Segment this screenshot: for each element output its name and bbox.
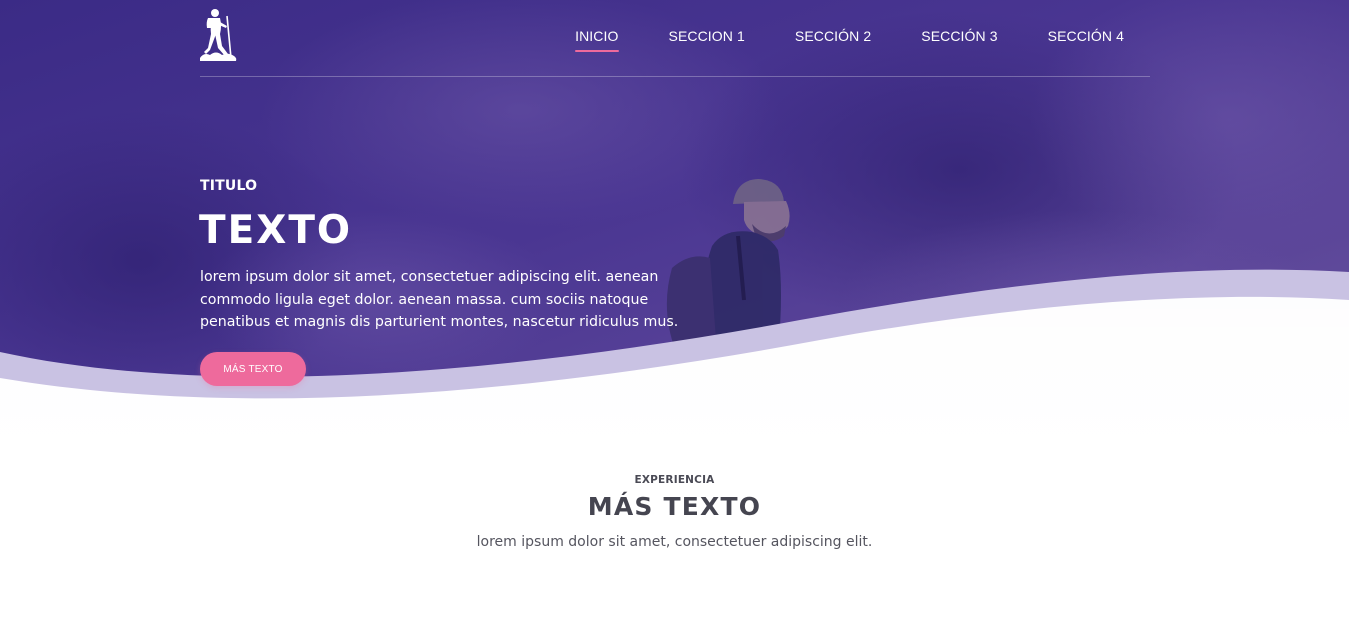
- nav-item-seccion-2[interactable]: SECCIÓN 2: [795, 28, 871, 44]
- nav-item-inicio[interactable]: INICIO: [575, 28, 619, 52]
- top-navbar: INICIO SECCION 1 SECCIÓN 2 SECCIÓN 3 SEC…: [200, 0, 1150, 77]
- hero-title: TEXTO: [199, 208, 353, 253]
- landing-page: INICIO SECCION 1 SECCIÓN 2 SECCIÓN 3 SEC…: [0, 0, 1349, 632]
- nav-item-seccion-3[interactable]: SECCIÓN 3: [921, 28, 997, 44]
- hiker-logo-icon[interactable]: [200, 8, 238, 62]
- experience-section: EXPERIENCIA MÁS TEXTO lorem ipsum dolor …: [0, 470, 1349, 550]
- section-description: lorem ipsum dolor sit amet, consectetuer…: [476, 534, 873, 550]
- nav-item-seccion-1[interactable]: SECCION 1: [669, 28, 745, 44]
- nav-item-seccion-4[interactable]: SECCIÓN 4: [1048, 28, 1124, 44]
- hero-eyebrow: TITULO: [200, 178, 258, 194]
- hero-description: lorem ipsum dolor sit amet, consectetuer…: [200, 269, 679, 330]
- hero-cta-button[interactable]: MÁS TEXTO: [200, 352, 306, 386]
- section-eyebrow: EXPERIENCIA: [634, 474, 715, 486]
- section-title: MÁS TEXTO: [587, 492, 762, 521]
- main-nav: INICIO SECCION 1 SECCIÓN 2 SECCIÓN 3 SEC…: [525, 28, 1124, 52]
